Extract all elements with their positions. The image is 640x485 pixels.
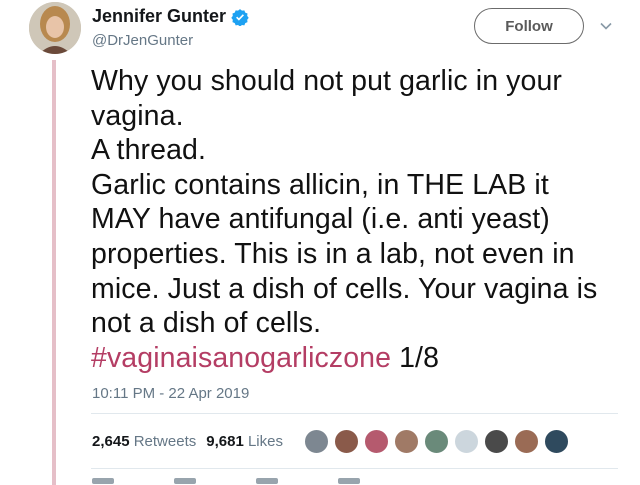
liker-avatar[interactable] (513, 428, 540, 455)
liker-avatar[interactable] (453, 428, 480, 455)
author-handle[interactable]: @DrJenGunter (92, 32, 193, 49)
likes-count: 9,681 (206, 433, 244, 450)
tweet-line: MAY have antifungal (i.e. anti yeast) (91, 203, 550, 236)
follow-button[interactable]: Follow (474, 8, 584, 44)
tweet-timestamp[interactable]: 10:11 PM - 22 Apr 2019 (92, 385, 249, 402)
divider (91, 468, 618, 469)
thread-index: 1/8 (399, 341, 440, 374)
retweets-count: 2,645 (92, 433, 130, 450)
liker-avatar[interactable] (393, 428, 420, 455)
liker-avatar[interactable] (363, 428, 390, 455)
liker-avatars (303, 428, 573, 455)
liker-avatar[interactable] (423, 428, 450, 455)
tweet-actions (92, 478, 360, 484)
retweet-icon[interactable] (174, 478, 196, 484)
liker-avatar[interactable] (303, 428, 330, 455)
avatar[interactable] (29, 2, 81, 54)
hashtag-link[interactable]: #vaginaisanogarliczone (91, 342, 391, 374)
tweet-text: Why you should not put garlic in your va… (91, 64, 621, 375)
liker-avatar[interactable] (483, 428, 510, 455)
message-icon[interactable] (338, 478, 360, 484)
author-display-name[interactable]: Jennifer Gunter (92, 6, 226, 27)
likes-label: Likes (247, 433, 283, 450)
retweets-label: Retweets (133, 433, 197, 450)
tweet-hashtag-line: #vaginaisanogarliczone 1/8 (91, 341, 621, 376)
tweet-stats: 2,645 Retweets 9,681 Likes (92, 433, 283, 450)
reply-icon[interactable] (92, 478, 114, 484)
tweet-line: properties. This is in a lab, not even i… (91, 237, 575, 270)
likes-stat[interactable]: 9,681 Likes (206, 433, 283, 450)
liker-avatar[interactable] (333, 428, 360, 455)
retweets-stat[interactable]: 2,645 Retweets (92, 433, 196, 450)
tweet-line: mice. Just a dish of cells. Your vagina … (91, 272, 598, 305)
author-name-row: Jennifer Gunter (92, 6, 249, 27)
thread-connector-line (52, 60, 56, 485)
chevron-down-icon[interactable] (598, 18, 614, 34)
liker-avatar[interactable] (543, 428, 570, 455)
tweet-line: vagina. (91, 99, 184, 132)
tweet-line: A thread. (91, 134, 206, 167)
divider (91, 413, 618, 414)
like-icon[interactable] (256, 478, 278, 484)
avatar-image (29, 2, 81, 54)
tweet-line: not a dish of cells. (91, 307, 322, 340)
verified-badge-icon (231, 8, 249, 26)
tweet-line: Why you should not put garlic in your (91, 65, 563, 97)
tweet-line: Garlic contains allicin, in THE LAB it (91, 168, 549, 201)
